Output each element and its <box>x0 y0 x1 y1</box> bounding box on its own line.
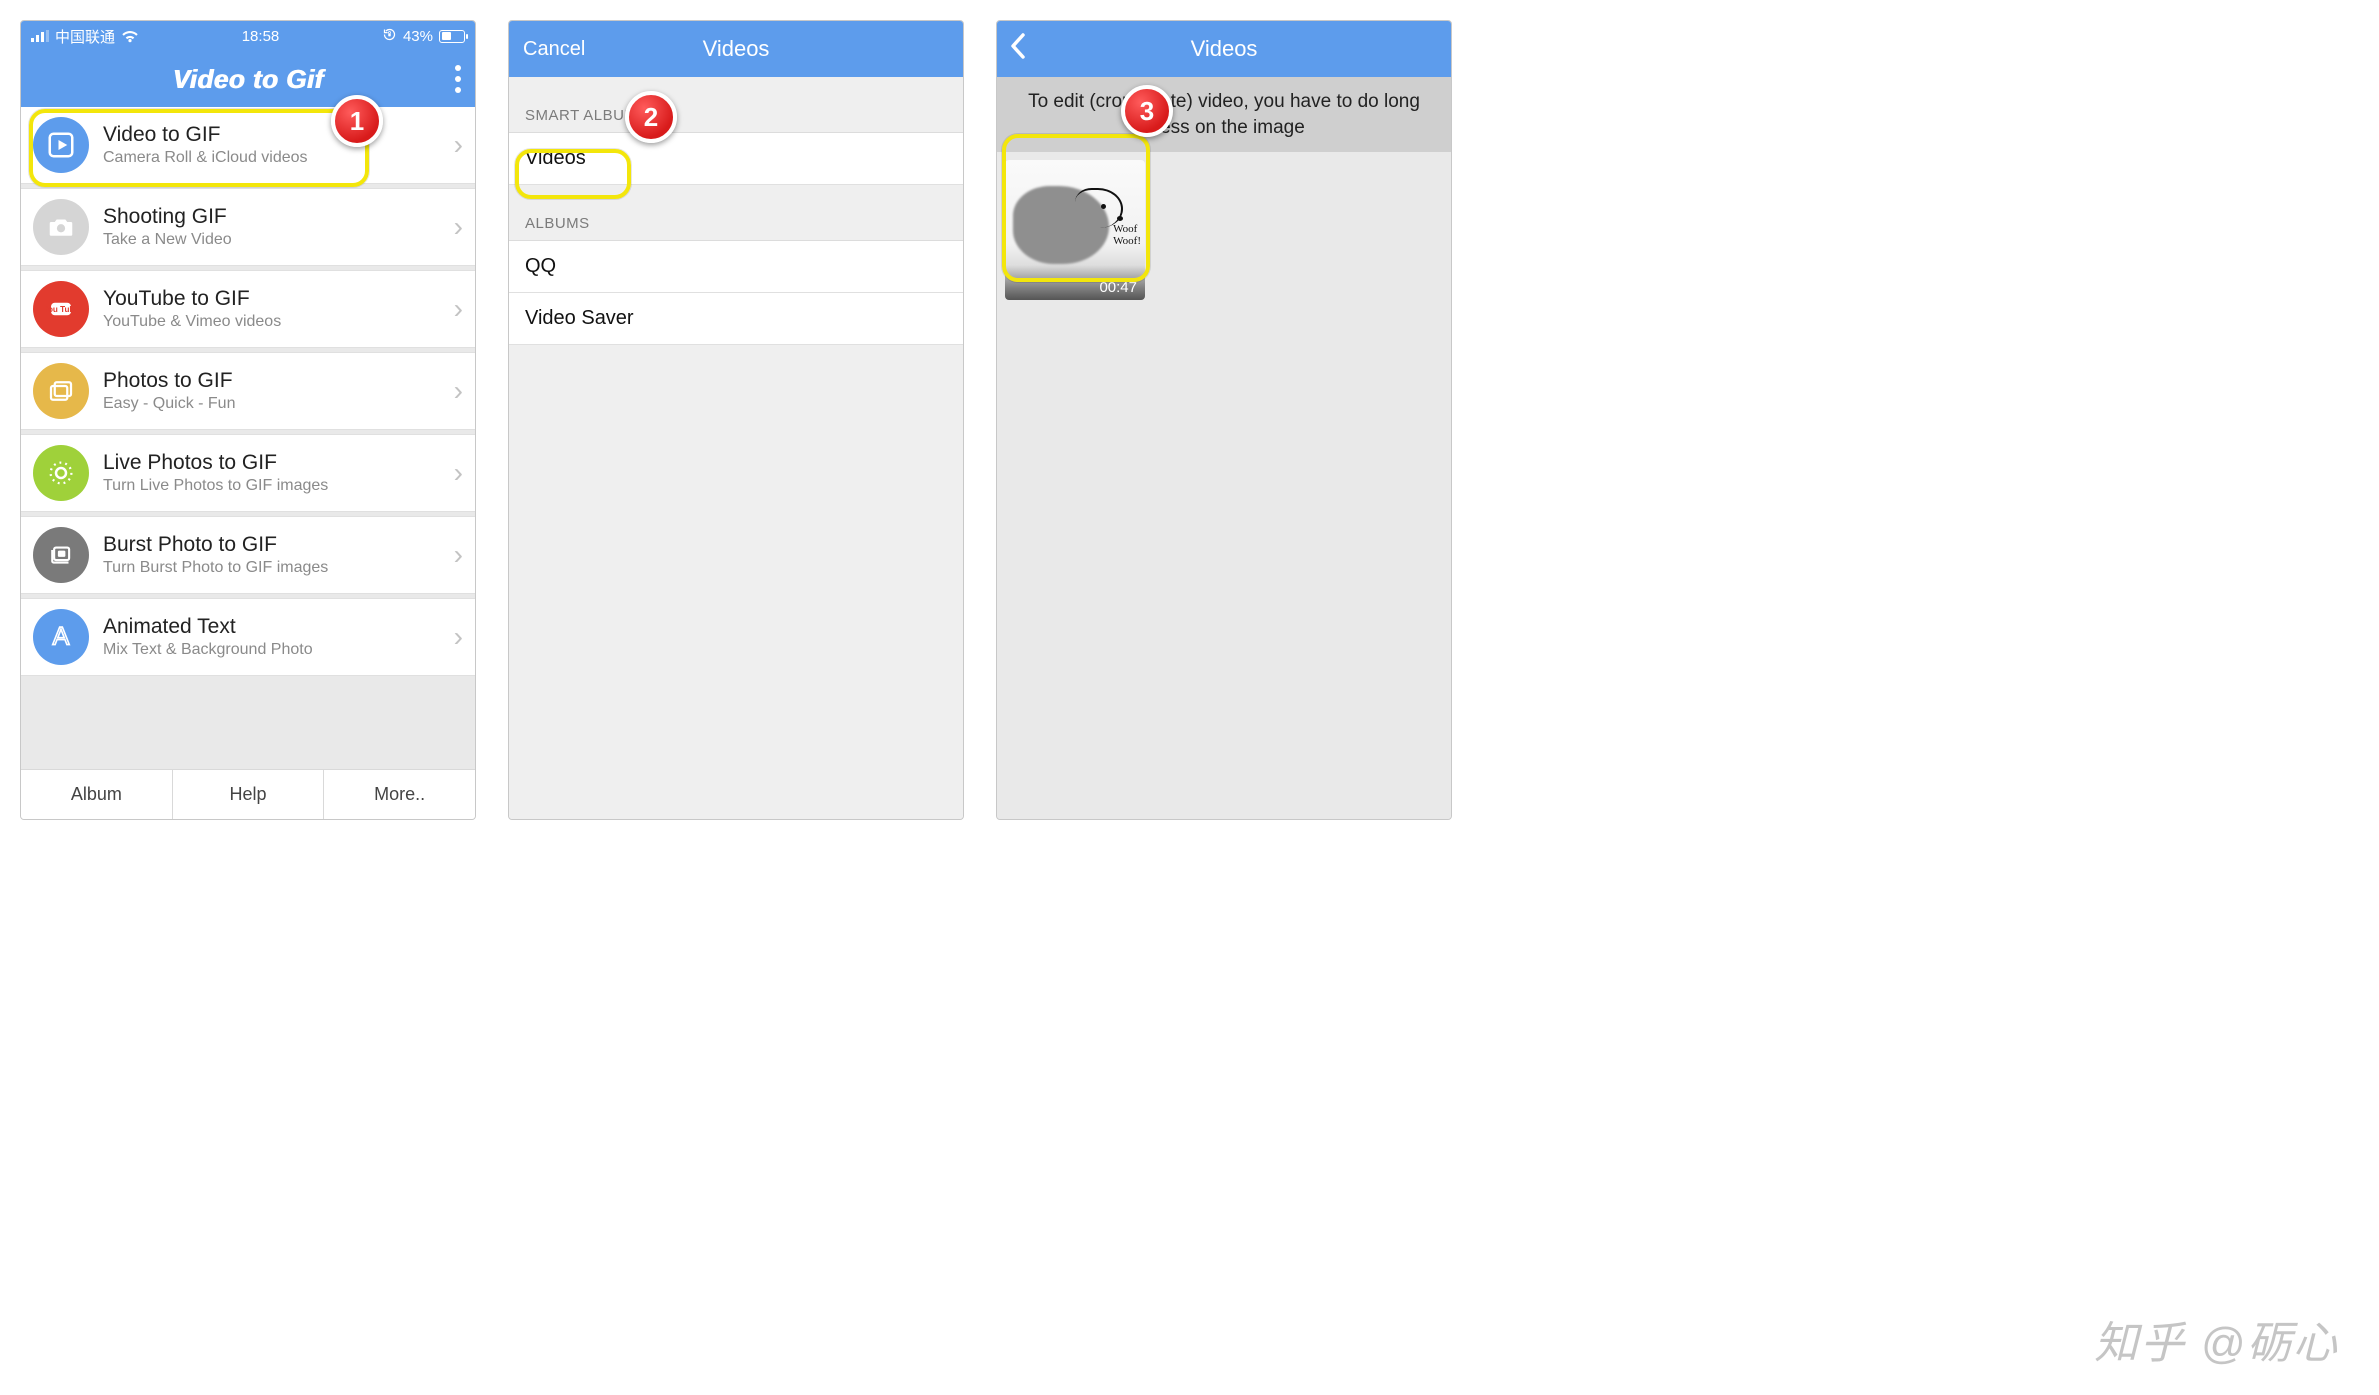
camera-icon <box>33 199 89 255</box>
cancel-button[interactable]: Cancel <box>523 38 585 61</box>
screen-2-album-picker: Cancel Videos SMART ALBUMS Videos ALBUMS… <box>508 20 964 820</box>
menu-subtitle: Mix Text & Background Photo <box>103 641 440 659</box>
nav-title: Videos <box>703 36 770 62</box>
more-menu-icon[interactable] <box>455 65 461 93</box>
youtube-icon: You Tube <box>33 281 89 337</box>
carrier-label: 中国联通 <box>55 26 115 47</box>
main-menu-list: Video to GIF Camera Roll & iCloud videos… <box>21 107 475 769</box>
help-button[interactable]: Help <box>173 770 325 819</box>
menu-item-photos-to-gif[interactable]: Photos to GIF Easy - Quick - Fun › <box>21 352 475 430</box>
svg-text:A: A <box>53 623 70 651</box>
menu-item-burst-photo-to-gif[interactable]: Burst Photo to GIF Turn Burst Photo to G… <box>21 516 475 594</box>
chevron-right-icon: › <box>454 129 463 161</box>
menu-subtitle: YouTube & Vimeo videos <box>103 313 440 331</box>
chevron-right-icon: › <box>454 457 463 489</box>
orientation-lock-icon <box>382 27 397 46</box>
nav-bar: Cancel Videos <box>509 21 963 77</box>
text-icon: A <box>33 609 89 665</box>
chevron-right-icon: › <box>454 621 463 653</box>
chevron-right-icon: › <box>454 211 463 243</box>
menu-item-live-photos-to-gif[interactable]: Live Photos to GIF Turn Live Photos to G… <box>21 434 475 512</box>
thumb-sketch-text: Woof Woof! <box>1113 224 1141 247</box>
battery-icon <box>439 30 465 43</box>
menu-subtitle: Camera Roll & iCloud videos <box>103 149 440 167</box>
menu-item-youtube-to-gif[interactable]: You Tube YouTube to GIF YouTube & Vimeo … <box>21 270 475 348</box>
menu-title: Burst Photo to GIF <box>103 533 440 557</box>
app-title: Video to Gif <box>173 64 324 95</box>
menu-subtitle: Take a New Video <box>103 231 440 249</box>
video-thumbnail[interactable]: Woof Woof! 00:47 <box>1005 160 1145 300</box>
section-header-albums: ALBUMS <box>509 185 963 241</box>
album-button[interactable]: Album <box>21 770 173 819</box>
play-icon <box>33 117 89 173</box>
video-thumbnail-grid: Woof Woof! 00:47 <box>997 152 1451 819</box>
nav-bar: Videos <box>997 21 1451 77</box>
app-header: Video to Gif <box>21 51 475 107</box>
album-row-qq[interactable]: QQ <box>509 241 963 293</box>
menu-subtitle: Turn Live Photos to GIF images <box>103 477 440 495</box>
more-button[interactable]: More.. <box>324 770 475 819</box>
menu-subtitle: Easy - Quick - Fun <box>103 395 440 413</box>
chevron-right-icon: › <box>454 375 463 407</box>
battery-pct: 43% <box>403 28 433 45</box>
bottom-toolbar: Album Help More.. <box>21 769 475 819</box>
burst-icon <box>33 527 89 583</box>
callout-badge-3: 3 <box>1121 85 1173 137</box>
edit-hint-banner: To edit (crop/rotate) video, you have to… <box>997 77 1451 152</box>
menu-item-video-to-gif[interactable]: Video to GIF Camera Roll & iCloud videos… <box>21 107 475 184</box>
photos-icon <box>33 363 89 419</box>
menu-title: Video to GIF <box>103 123 440 147</box>
signal-icon <box>31 30 49 42</box>
live-photo-icon <box>33 445 89 501</box>
screen-1-main-menu: 中国联通 18:58 43% Video to Gif <box>20 20 476 820</box>
menu-title: Photos to GIF <box>103 369 440 393</box>
watermark: 知乎 @砺心 <box>2094 1307 2339 1371</box>
svg-text:You Tube: You Tube <box>46 305 76 314</box>
status-bar: 中国联通 18:58 43% <box>21 21 475 51</box>
menu-title: Animated Text <box>103 615 440 639</box>
menu-item-animated-text[interactable]: A Animated Text Mix Text & Background Ph… <box>21 598 475 676</box>
wifi-icon <box>121 30 139 43</box>
menu-title: Shooting GIF <box>103 205 440 229</box>
clock: 18:58 <box>242 28 280 45</box>
back-button[interactable] <box>1009 32 1027 66</box>
album-row-videos[interactable]: Videos <box>509 133 963 185</box>
section-header-smart-albums: SMART ALBUMS <box>509 77 963 133</box>
nav-title: Videos <box>1191 36 1258 62</box>
menu-item-shooting-gif[interactable]: Shooting GIF Take a New Video › <box>21 188 475 266</box>
video-duration: 00:47 <box>1005 265 1145 300</box>
callout-badge-2: 2 <box>625 91 677 143</box>
chevron-right-icon: › <box>454 539 463 571</box>
menu-title: YouTube to GIF <box>103 287 440 311</box>
chevron-right-icon: › <box>454 293 463 325</box>
menu-subtitle: Turn Burst Photo to GIF images <box>103 559 440 577</box>
screen-3-video-grid: Videos To edit (crop/rotate) video, you … <box>996 20 1452 820</box>
callout-badge-1: 1 <box>331 95 383 147</box>
album-row-video-saver[interactable]: Video Saver <box>509 293 963 345</box>
menu-title: Live Photos to GIF <box>103 451 440 475</box>
